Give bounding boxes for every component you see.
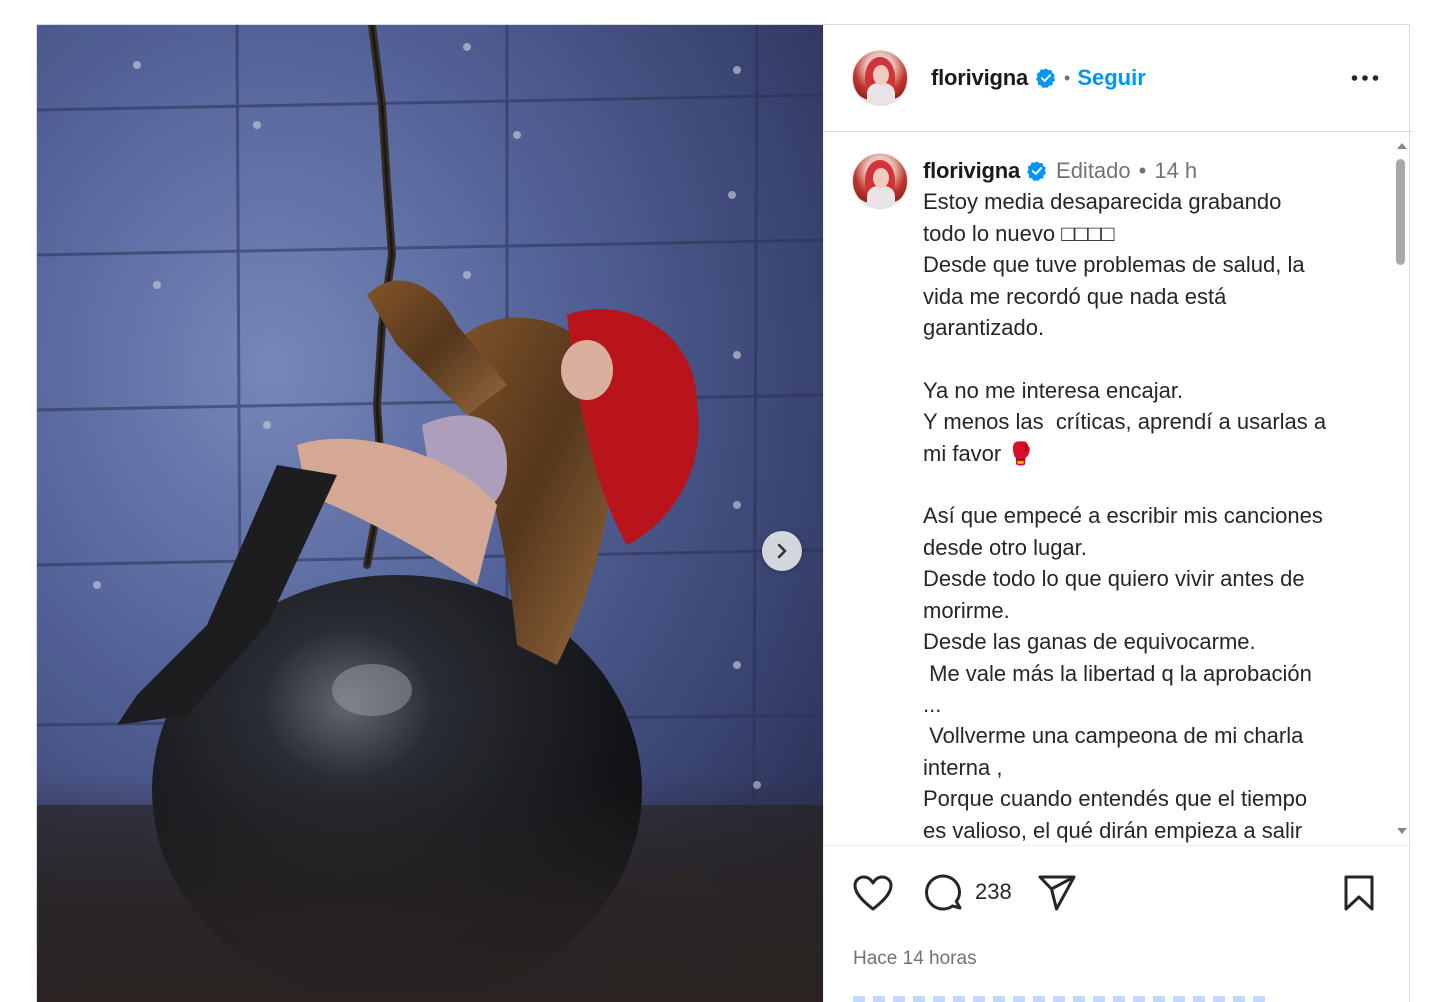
caption-line bbox=[923, 469, 1363, 500]
caption-line: Me vale más la libertad q la aprobación bbox=[923, 660, 1312, 686]
caption-line: Vollverme una campeona de mi charla bbox=[923, 723, 1304, 749]
caption-line: todo lo nuevo □□□□ bbox=[923, 220, 1115, 246]
post-sidebar: florivigna • Seguir florivigna Editado •… bbox=[823, 25, 1412, 1002]
photo-floor-shading bbox=[37, 773, 823, 1002]
post-actions: 238 Hace 14 horas bbox=[824, 845, 1412, 1002]
scroll-thumb[interactable] bbox=[1396, 159, 1405, 265]
caption-avatar[interactable] bbox=[852, 153, 908, 209]
cut-off-comment-line bbox=[853, 996, 1273, 1002]
chevron-right-icon bbox=[777, 543, 787, 559]
caption-line: mi favor 🥊 bbox=[923, 440, 1035, 466]
caption-line: Estoy media desaparecida grabando bbox=[923, 189, 1282, 215]
post-header: florivigna • Seguir bbox=[824, 25, 1412, 132]
caption-line: morirme. bbox=[923, 597, 1010, 623]
caption-text: florivigna Editado • 14 h Estoy media de… bbox=[923, 155, 1363, 844]
caption-line: vida me recordó que nada está bbox=[923, 283, 1227, 309]
caption-line: Y menos las críticas, aprendí a usarlas … bbox=[923, 409, 1327, 435]
instagram-post: florivigna • Seguir florivigna Editado •… bbox=[36, 24, 1412, 1002]
next-photo-button[interactable] bbox=[762, 531, 802, 571]
caption-line: ... bbox=[923, 691, 942, 717]
like-button[interactable] bbox=[850, 870, 896, 916]
caption-username[interactable]: florivigna bbox=[923, 155, 1020, 186]
comment-button[interactable] bbox=[920, 870, 966, 916]
caption-line: es valioso, el qué dirán empieza a salir bbox=[923, 817, 1303, 843]
comment-icon bbox=[925, 874, 962, 911]
caption-line: Porque cuando entendés que el tiempo bbox=[923, 786, 1308, 812]
scroll-up-arrow-icon[interactable] bbox=[1397, 143, 1407, 149]
save-button[interactable] bbox=[1336, 870, 1382, 916]
caption-body: Estoy media desaparecida grabando todo lo… bbox=[923, 186, 1363, 844]
post-age[interactable]: 14 h bbox=[1154, 155, 1197, 186]
verified-badge-icon bbox=[1036, 68, 1056, 88]
more-options-icon bbox=[1351, 75, 1379, 81]
scroll-down-arrow-icon[interactable] bbox=[1397, 828, 1407, 834]
caption-line: Desde que tuve problemas de salud, la bbox=[923, 252, 1305, 278]
separator-dot: • bbox=[1138, 158, 1147, 183]
author-username[interactable]: florivigna bbox=[931, 65, 1028, 91]
caption-line: desde otro lugar. bbox=[923, 534, 1087, 560]
bookmark-icon bbox=[1344, 875, 1374, 911]
post-timestamp[interactable]: Hace 14 horas bbox=[853, 948, 977, 970]
share-button[interactable] bbox=[1034, 870, 1080, 916]
caption-line: Desde las ganas de equivocarme. bbox=[923, 629, 1256, 655]
heart-icon bbox=[853, 875, 893, 911]
post-photo[interactable] bbox=[37, 25, 823, 1002]
comment-count: 238 bbox=[975, 879, 1012, 904]
more-options-button[interactable] bbox=[1350, 63, 1380, 93]
caption-header: florivigna Editado • 14 h bbox=[923, 155, 1363, 186]
caption-line: garantizado. bbox=[923, 315, 1045, 341]
caption-line: Ya no me interesa encajar. bbox=[923, 377, 1184, 403]
edited-label: Editado bbox=[1056, 158, 1131, 183]
send-icon bbox=[1038, 875, 1076, 911]
follow-button[interactable]: Seguir bbox=[1077, 65, 1145, 91]
verified-badge-icon bbox=[1027, 161, 1047, 181]
separator-dot: • bbox=[1064, 67, 1071, 88]
caption-line bbox=[923, 343, 1363, 374]
caption-section[interactable]: florivigna Editado • 14 h Estoy media de… bbox=[824, 133, 1412, 844]
caption-line: Así que empecé a escribir mis canciones bbox=[923, 503, 1323, 529]
caption-line: Desde todo lo que quiero vivir antes de bbox=[923, 566, 1305, 592]
avatar[interactable] bbox=[852, 50, 908, 106]
caption-line: interna , bbox=[923, 754, 1003, 780]
caption-scrollbar[interactable] bbox=[1391, 133, 1411, 844]
